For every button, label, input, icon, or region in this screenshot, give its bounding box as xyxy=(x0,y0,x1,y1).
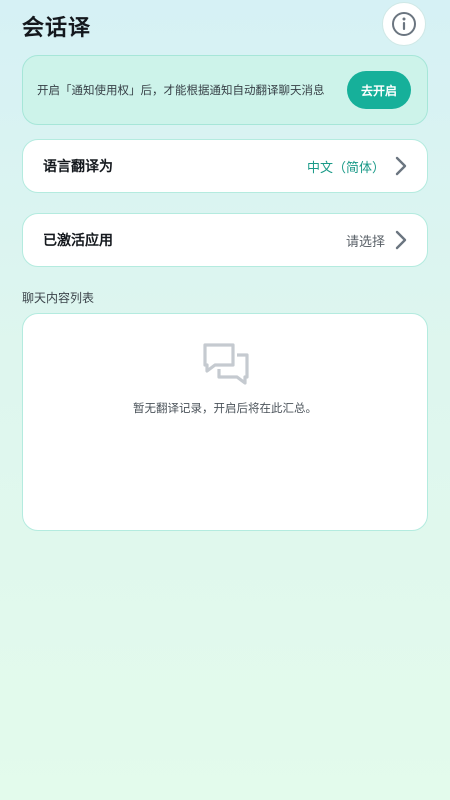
language-setting-label: 语言翻译为 xyxy=(43,159,113,175)
info-button[interactable] xyxy=(382,2,426,46)
active-apps-value: 请选择 xyxy=(345,234,385,250)
info-icon xyxy=(392,12,416,36)
chat-list-section-title: 聊天内容列表 xyxy=(22,291,95,305)
app-title: 会话译 xyxy=(22,16,92,41)
chat-bubbles-icon xyxy=(203,343,249,385)
chevron-right-icon xyxy=(395,156,407,176)
notification-permission-banner: 开启「通知使用权」后，才能根据通知自动翻译聊天消息 去开启 xyxy=(22,55,428,125)
chat-list-panel: 暂无翻译记录，开启后将在此汇总。 xyxy=(22,313,428,531)
empty-state-text: 暂无翻译记录，开启后将在此汇总。 xyxy=(133,401,317,415)
chevron-right-icon xyxy=(395,230,407,250)
active-apps-label: 已激活应用 xyxy=(43,233,113,249)
active-apps-row[interactable]: 已激活应用 请选择 xyxy=(22,213,428,267)
language-setting-value: 中文（简体） xyxy=(306,160,385,176)
banner-text: 开启「通知使用权」后，才能根据通知自动翻译聊天消息 xyxy=(37,83,325,97)
language-setting-row[interactable]: 语言翻译为 中文（简体） xyxy=(22,139,428,193)
enable-permission-button[interactable]: 去开启 xyxy=(347,71,411,109)
